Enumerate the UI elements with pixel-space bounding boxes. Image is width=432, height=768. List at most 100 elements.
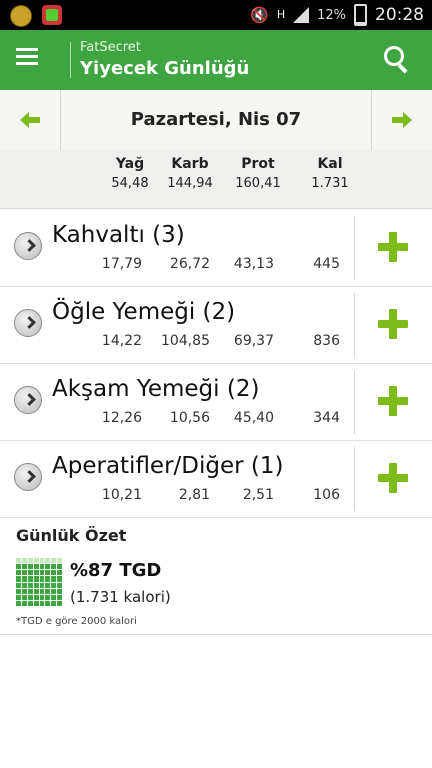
rdi-grid-cell [21, 582, 27, 588]
rdi-grid-cell [57, 564, 62, 570]
rdi-grid-cell [16, 582, 21, 588]
menu-icon[interactable] [16, 44, 46, 76]
meal-carb: 104,85 [161, 333, 210, 349]
meal-protein: 43,13 [233, 256, 274, 272]
meal-fat: 10,21 [101, 487, 142, 503]
rdi-grid-cell [21, 564, 27, 570]
meal-calories: 344 [313, 410, 340, 426]
expand-icon[interactable] [14, 463, 42, 491]
rdi-grid-cell [45, 576, 51, 582]
system-indicators: 🔇 H 12% 20:28 [250, 0, 424, 30]
rdi-grid-cell [39, 588, 45, 594]
rdi-grid-cell [16, 558, 21, 564]
clock: 20:28 [375, 5, 424, 25]
rdi-grid-cell [45, 600, 51, 606]
rdi-grid-cell [39, 600, 45, 606]
signal-icon [293, 7, 310, 23]
rdi-grid-cell [51, 594, 57, 600]
expand-icon[interactable] [14, 232, 42, 260]
meal-carb: 2,81 [178, 487, 210, 503]
rdi-grid-cell [39, 558, 45, 564]
meal-carb: 10,56 [169, 410, 210, 426]
add-icon[interactable] [378, 232, 408, 262]
meal-name: Akşam Yemeği (2) [52, 376, 260, 402]
meal-calories: 836 [313, 333, 340, 349]
meal-calories: 106 [313, 487, 340, 503]
meal-protein: 69,37 [233, 333, 274, 349]
rdi-grid-cell [16, 594, 21, 600]
rdi-grid-cell [45, 582, 51, 588]
app-notification-icon [42, 5, 62, 25]
meal-row-snacks[interactable]: Aperatifler/Diğer (1) 10,21 2,81 2,51 10… [0, 441, 432, 518]
meal-row-lunch[interactable]: Öğle Yemeği (2) 14,22 104,85 69,37 836 [0, 287, 432, 364]
rdi-grid-cell [51, 576, 57, 582]
meal-row-dinner[interactable]: Akşam Yemeği (2) 12,26 10,56 45,40 344 [0, 364, 432, 441]
meal-name: Kahvaltı (3) [52, 222, 185, 248]
rdi-grid-cell [57, 576, 62, 582]
total-value: 160,41 [235, 176, 281, 191]
daily-summary[interactable]: Günlük Özet %87 TGD (1.731 kalori) *TGD … [0, 518, 432, 635]
rdi-grid-cell [33, 582, 39, 588]
app-bar: FatSecret Yiyecek Günlüğü [0, 30, 432, 90]
rdi-grid-cell [21, 570, 27, 576]
current-date[interactable]: Pazartesi, Nis 07 [60, 90, 372, 150]
rdi-grid-cell [33, 600, 39, 606]
expand-icon[interactable] [14, 386, 42, 414]
rdi-footnote: *TGD e göre 2000 kalori [16, 616, 137, 627]
expand-icon[interactable] [14, 309, 42, 337]
app-notification-icon [10, 5, 32, 27]
previous-day-button[interactable] [0, 90, 61, 150]
network-type-label: H [276, 8, 286, 21]
page-title: Yiyecek Günlüğü [80, 58, 250, 79]
rdi-percent: %87 TGD [70, 560, 162, 581]
add-icon[interactable] [378, 386, 408, 416]
meal-fat: 12,26 [101, 410, 142, 426]
meal-protein: 45,40 [233, 410, 274, 426]
meal-fat: 17,79 [101, 256, 142, 272]
daily-totals: Yağ 54,48 Karb 144,94 Prot 160,41 Kal 1.… [0, 150, 432, 209]
rdi-grid-cell [57, 600, 62, 606]
rdi-grid-cell [39, 570, 45, 576]
rdi-grid-cell [45, 564, 51, 570]
battery-icon [354, 4, 367, 26]
add-icon[interactable] [378, 463, 408, 493]
rdi-grid-cell [27, 582, 33, 588]
rdi-grid-cell [33, 594, 39, 600]
next-day-button[interactable] [371, 90, 432, 150]
rdi-grid-cell [39, 582, 45, 588]
rdi-grid-cell [33, 558, 39, 564]
rdi-grid-cell [57, 570, 62, 576]
rdi-grid-cell [51, 582, 57, 588]
rdi-grid-cell [45, 558, 51, 564]
rdi-grid-cell [16, 600, 21, 606]
mute-icon: 🔇 [250, 6, 269, 24]
rdi-grid-cell [27, 588, 33, 594]
rdi-grid-cell [21, 588, 27, 594]
rdi-grid-cell [33, 570, 39, 576]
meal-row-breakfast[interactable]: Kahvaltı (3) 17,79 26,72 43,13 445 [0, 210, 432, 287]
rdi-grid-cell [16, 564, 21, 570]
rdi-grid-cell [16, 576, 21, 582]
rdi-grid-cell [57, 558, 62, 564]
rdi-grid-cell [51, 588, 57, 594]
notification-icons [10, 5, 62, 27]
meal-name: Aperatifler/Diğer (1) [52, 453, 284, 479]
arrow-left-icon [20, 112, 40, 128]
app-brand: FatSecret [80, 40, 141, 55]
rdi-grid-cell [33, 588, 39, 594]
rdi-grid-cell [51, 570, 57, 576]
arrow-right-icon [392, 112, 412, 128]
rdi-grid-cell [33, 576, 39, 582]
total-value: 1.731 [311, 176, 349, 191]
add-icon[interactable] [378, 309, 408, 339]
search-icon[interactable] [384, 46, 412, 74]
rdi-grid-cell [51, 558, 57, 564]
rdi-grid-cell [27, 576, 33, 582]
divider [354, 447, 355, 511]
rdi-grid-cell [39, 576, 45, 582]
meal-name: Öğle Yemeği (2) [52, 299, 236, 325]
total-header: Kal [317, 156, 343, 172]
divider [354, 216, 355, 280]
summary-title: Günlük Özet [16, 526, 127, 545]
rdi-grid-cell [39, 564, 45, 570]
